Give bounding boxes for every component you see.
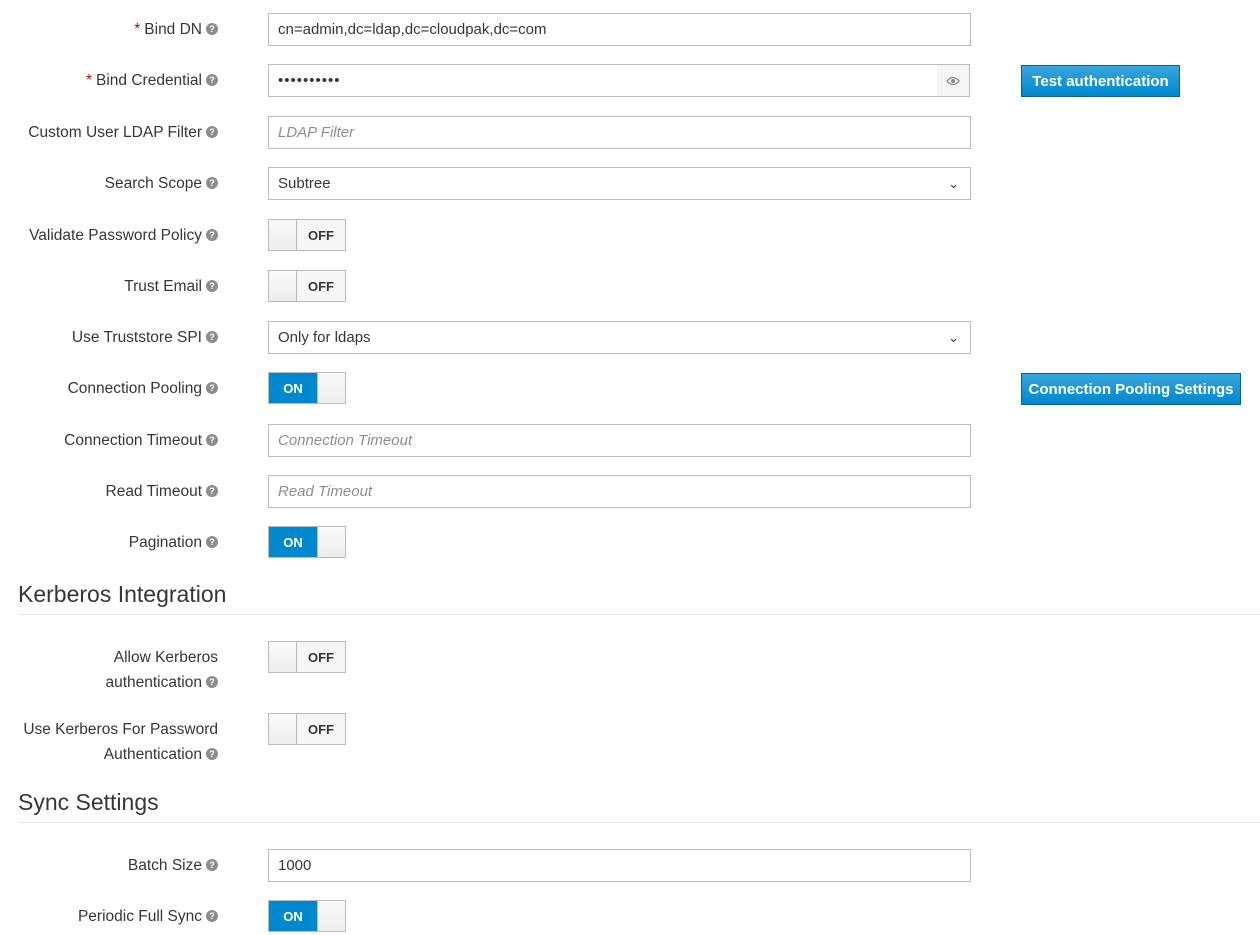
help-icon[interactable]: ? bbox=[206, 279, 218, 292]
connection-timeout-input[interactable]: Connection Timeout bbox=[268, 424, 971, 457]
kerberos-section-title: Kerberos Integration bbox=[18, 581, 1260, 615]
search-scope-select[interactable]: Subtree ⌄ bbox=[268, 167, 971, 200]
bind-credential-label: * Bind Credential? bbox=[0, 68, 218, 93]
help-icon[interactable]: ? bbox=[206, 176, 218, 189]
sync-section-title: Sync Settings bbox=[18, 789, 1260, 823]
help-icon[interactable]: ? bbox=[206, 858, 218, 871]
trust-email-label: Trust Email? bbox=[0, 274, 218, 299]
help-icon[interactable]: ? bbox=[206, 228, 218, 241]
pagination-label: Pagination? bbox=[0, 530, 218, 555]
periodic-full-sync-label: Periodic Full Sync? bbox=[0, 904, 218, 929]
connection-pooling-settings-button[interactable]: Connection Pooling Settings bbox=[1021, 373, 1241, 405]
read-timeout-label: Read Timeout? bbox=[0, 479, 218, 504]
chevron-down-icon: ⌄ bbox=[948, 175, 959, 191]
help-icon[interactable]: ? bbox=[206, 125, 218, 138]
toggle-knob bbox=[269, 642, 297, 672]
ldap-filter-input[interactable]: LDAP Filter bbox=[268, 116, 971, 149]
validate-password-policy-toggle[interactable]: OFF bbox=[268, 219, 346, 251]
periodic-full-sync-toggle[interactable]: ON bbox=[268, 900, 346, 932]
toggle-knob bbox=[269, 220, 297, 250]
help-icon[interactable]: ? bbox=[206, 433, 218, 446]
batch-size-label: Batch Size? bbox=[0, 853, 218, 878]
toggle-knob bbox=[269, 271, 297, 301]
test-authentication-button[interactable]: Test authentication bbox=[1021, 65, 1180, 97]
trust-email-toggle[interactable]: OFF bbox=[268, 270, 346, 302]
truststore-spi-label: Use Truststore SPI? bbox=[0, 325, 218, 350]
help-icon[interactable]: ? bbox=[206, 909, 218, 922]
use-kerberos-password-label: Use Kerberos For Password Authentication? bbox=[23, 721, 218, 763]
connection-pooling-toggle[interactable]: ON bbox=[268, 372, 346, 404]
help-icon[interactable]: ? bbox=[206, 747, 218, 760]
help-icon[interactable]: ? bbox=[206, 22, 218, 35]
chevron-down-icon: ⌄ bbox=[948, 329, 959, 345]
pagination-toggle[interactable]: ON bbox=[268, 526, 346, 558]
connection-pooling-label: Connection Pooling? bbox=[0, 376, 218, 401]
toggle-knob bbox=[317, 527, 345, 557]
bind-dn-label: * Bind DN? bbox=[0, 17, 218, 42]
validate-password-policy-label: Validate Password Policy? bbox=[0, 223, 218, 248]
help-icon[interactable]: ? bbox=[206, 330, 218, 343]
read-timeout-input[interactable]: Read Timeout bbox=[268, 475, 971, 508]
help-icon[interactable]: ? bbox=[206, 675, 218, 688]
search-scope-label: Search Scope? bbox=[0, 171, 218, 196]
use-kerberos-password-toggle[interactable]: OFF bbox=[268, 713, 346, 745]
help-icon[interactable]: ? bbox=[206, 381, 218, 394]
custom-ldap-filter-label: Custom User LDAP Filter? bbox=[0, 120, 218, 145]
allow-kerberos-label: Allow Kerberos authentication? bbox=[105, 649, 218, 691]
toggle-knob bbox=[317, 373, 345, 403]
toggle-knob bbox=[269, 714, 297, 744]
help-icon[interactable]: ? bbox=[206, 484, 218, 497]
truststore-spi-select[interactable]: Only for ldaps ⌄ bbox=[268, 321, 971, 354]
allow-kerberos-toggle[interactable]: OFF bbox=[268, 641, 346, 673]
batch-size-input[interactable]: 1000 bbox=[268, 849, 971, 882]
bind-credential-input[interactable]: •••••••••• bbox=[268, 64, 938, 97]
toggle-knob bbox=[317, 901, 345, 931]
connection-timeout-label: Connection Timeout? bbox=[0, 428, 218, 453]
eye-icon[interactable] bbox=[937, 64, 970, 97]
bind-dn-input[interactable]: cn=admin,dc=ldap,dc=cloudpak,dc=com bbox=[268, 13, 971, 46]
help-icon[interactable]: ? bbox=[206, 535, 218, 548]
help-icon[interactable]: ? bbox=[206, 73, 218, 86]
